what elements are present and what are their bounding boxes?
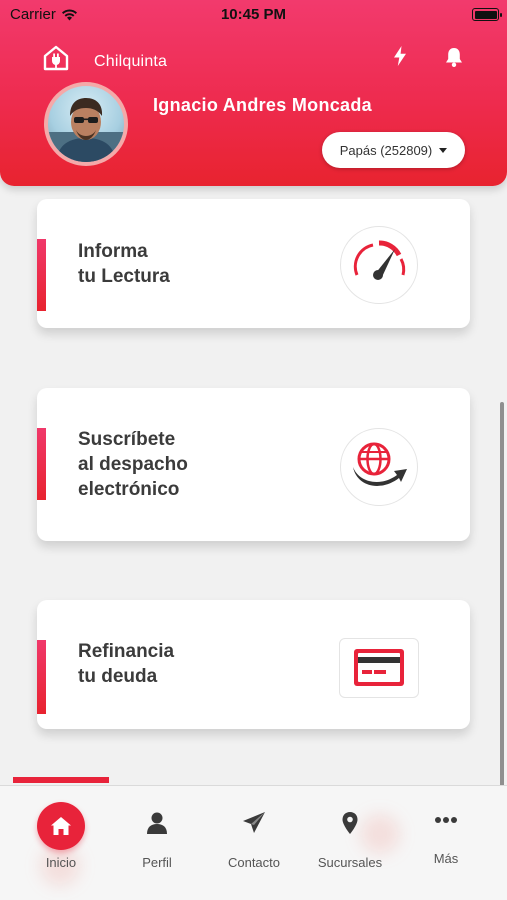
card-title-line: electrónico <box>78 479 180 500</box>
app-header: Carrier 10:45 PM Chilquinta Ignacio Andr… <box>0 0 507 186</box>
card-title-line: Refinancia <box>78 641 175 662</box>
account-dropdown[interactable]: Papás (252809) <box>322 132 465 168</box>
card-accent-bar <box>37 239 46 311</box>
paper-plane-icon <box>243 812 265 833</box>
user-name: Ignacio Andres Moncada <box>153 95 372 115</box>
card-accent-bar <box>37 640 46 714</box>
card-title-line: Informa <box>78 241 148 262</box>
credit-card-icon <box>339 638 419 698</box>
scrollbar[interactable] <box>500 402 504 810</box>
bolt-icon[interactable] <box>391 45 409 67</box>
tab-perfil[interactable]: Perfil <box>107 786 207 886</box>
card-title-line: al despacho <box>78 454 188 475</box>
tab-mas[interactable]: Más <box>396 786 496 886</box>
tab-sucursales[interactable]: Sucursales <box>300 786 400 886</box>
tab-label: Inicio <box>45 855 77 870</box>
map-pin-icon <box>342 812 358 834</box>
card-accent-bar <box>37 428 46 500</box>
house-plug-icon[interactable] <box>42 44 70 72</box>
card-refinancia-deuda[interactable]: Refinancia tu deuda <box>37 600 470 729</box>
profile-photo <box>48 98 124 162</box>
card-title: Informa tu Lectura <box>78 239 170 289</box>
tab-label: Contacto <box>227 855 281 870</box>
brand-name: Chilquinta <box>94 53 168 70</box>
bell-icon[interactable] <box>444 46 464 68</box>
card-title-line: tu deuda <box>78 666 158 687</box>
tab-label: Más <box>433 851 459 866</box>
account-dropdown-value: Papás (252809) <box>339 142 433 158</box>
globe-arrow-icon <box>340 428 418 506</box>
battery-icon <box>472 8 502 21</box>
user-icon <box>147 812 167 834</box>
card-informa-lectura[interactable]: Informa tu Lectura <box>37 199 470 328</box>
active-tab-indicator <box>13 777 109 783</box>
tab-contacto[interactable]: Contacto <box>204 786 304 886</box>
avatar[interactable] <box>44 82 128 166</box>
card-title-line: tu Lectura <box>78 266 170 287</box>
more-dots-icon <box>435 817 457 823</box>
card-title: Refinancia tu deuda <box>78 639 174 689</box>
tab-label: Perfil <box>142 855 172 870</box>
tab-label: Sucursales <box>317 855 383 870</box>
card-despacho-electronico[interactable]: Suscríbete al despacho electrónico <box>37 388 470 541</box>
bottom-navigation: Inicio Perfil Contacto Sucursales Más <box>0 785 507 900</box>
home-icon <box>37 802 85 850</box>
tab-inicio[interactable]: Inicio <box>11 786 111 886</box>
card-title-line: Suscríbete <box>78 429 176 450</box>
card-title: Suscríbete al despacho electrónico <box>78 427 188 502</box>
speedometer-icon <box>340 226 418 304</box>
caret-down-icon <box>439 147 448 153</box>
status-time: 10:45 PM <box>220 6 287 23</box>
status-bar: Carrier 10:45 PM <box>0 0 507 30</box>
